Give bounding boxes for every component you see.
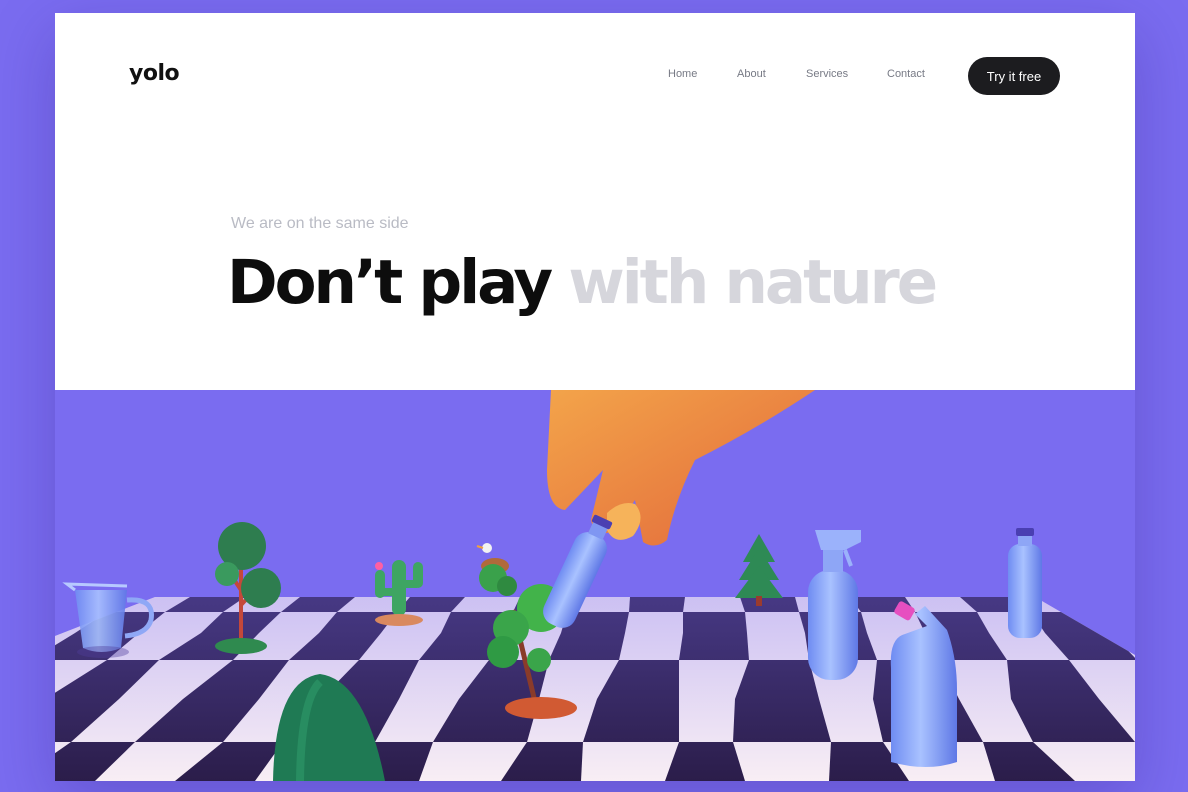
nav-home[interactable]: Home [668,68,697,80]
hero-eyebrow: We are on the same side [231,215,409,232]
hero-illustration [55,390,1135,781]
headline-dark: Don’t play [227,247,553,318]
landing-page: yolo Home About Services Contact Try it … [55,13,1135,781]
try-it-free-button[interactable]: Try it free [968,57,1060,95]
hero-headline: Don’t play with nature [227,245,938,321]
header: yolo Home About Services Contact Try it … [55,13,1135,390]
chessboard [55,597,1135,781]
nav-services[interactable]: Services [806,68,848,80]
nav-contact[interactable]: Contact [887,68,925,80]
logo[interactable]: yolo [129,61,180,86]
headline-light: with nature [568,247,938,318]
nav-about[interactable]: About [737,68,766,80]
